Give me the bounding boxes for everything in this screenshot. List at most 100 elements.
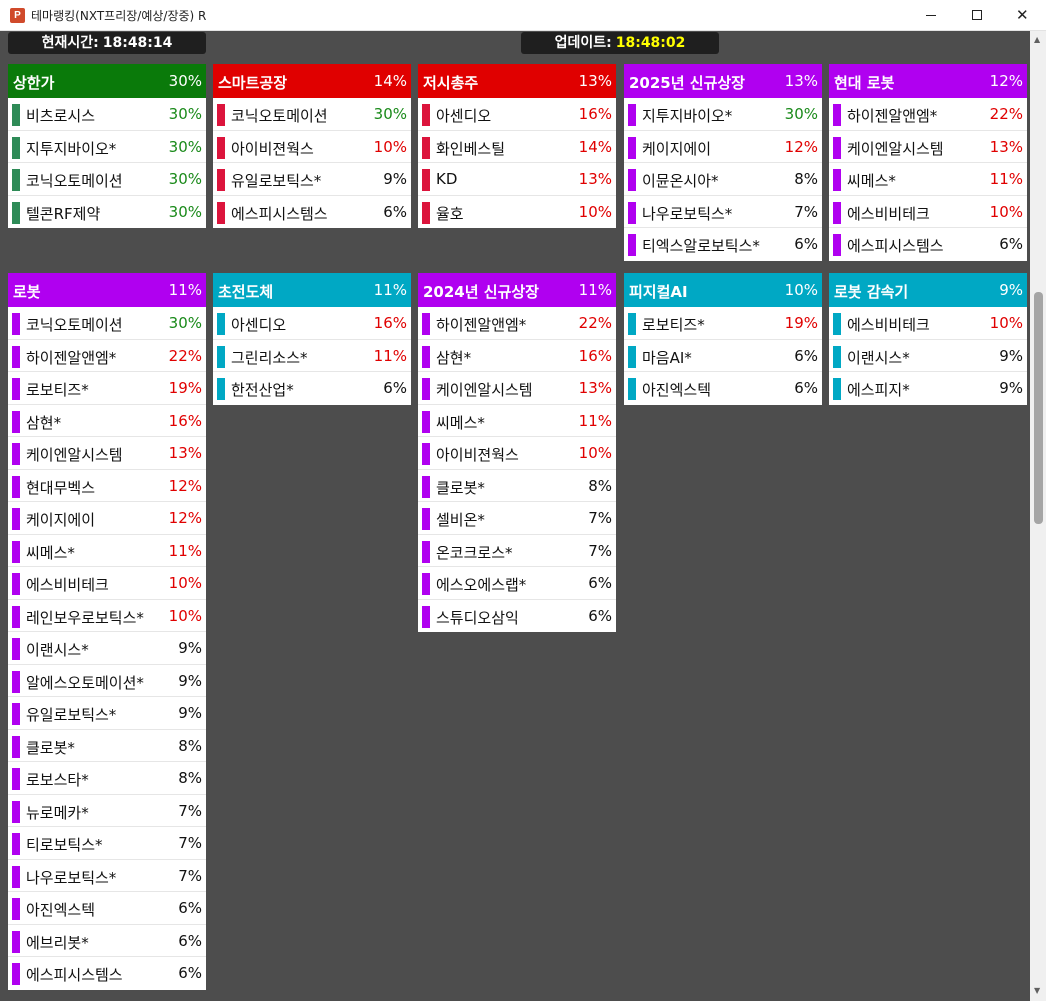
color-marker	[628, 378, 636, 400]
theme-panel[interactable]: 스마트공장 14% 코닉오토메이션 30% 아이비젼웍스 10% 유일로보틱스* 9% 에스피시…	[213, 64, 411, 228]
stock-row[interactable]: KD 13%	[418, 163, 616, 196]
stock-row[interactable]: 티엑스알로보틱스* 6%	[624, 228, 822, 261]
stock-row[interactable]: 에브리봇* 6%	[8, 925, 206, 957]
stock-row[interactable]: 씨메스* 11%	[8, 535, 206, 567]
stock-row[interactable]: 한전산업* 6%	[213, 372, 411, 405]
stock-row[interactable]: 케이지에이 12%	[624, 131, 822, 163]
theme-panel-header[interactable]: 로봇 11%	[8, 273, 206, 307]
stock-row[interactable]: 삼현* 16%	[8, 405, 206, 437]
theme-panel-header[interactable]: 저시총주 13%	[418, 64, 616, 98]
minimize-button[interactable]	[908, 0, 954, 31]
color-marker	[422, 378, 430, 400]
theme-panel[interactable]: 초전도체 11% 아센디오 16% 그린리소스* 11% 한전산업* 6%	[213, 273, 411, 405]
stock-change-percent: 30%	[168, 202, 202, 221]
theme-panel-header[interactable]: 2025년 신규상장 13%	[624, 64, 822, 98]
close-button[interactable]: ✕	[1000, 0, 1046, 31]
stock-row[interactable]: 코닉오토메이션 30%	[8, 163, 206, 196]
stock-row[interactable]: 코닉오토메이션 30%	[8, 307, 206, 340]
stock-row[interactable]: 마음AI* 6%	[624, 340, 822, 372]
stock-row[interactable]: 아이비젼웍스 10%	[418, 437, 616, 470]
stock-row[interactable]: 삼현* 16%	[418, 340, 616, 372]
theme-panel[interactable]: 2024년 신규상장 11% 하이젠알앤엠* 22% 삼현* 16% 케이엔알시스템 13% 씨…	[418, 273, 616, 632]
stock-row[interactable]: 지투지바이오* 30%	[8, 131, 206, 163]
scroll-thumb[interactable]	[1034, 292, 1043, 524]
stock-row[interactable]: 스튜디오삼익 6%	[418, 600, 616, 633]
stock-row[interactable]: 에스오에스랩* 6%	[418, 567, 616, 600]
scroll-up-icon[interactable]: ▲	[1034, 35, 1040, 44]
theme-panel-header[interactable]: 로봇 감속기 9%	[829, 273, 1027, 307]
update-time-display: 업데이트: 18:48:02	[521, 32, 719, 54]
stock-row[interactable]: 아센디오 16%	[213, 307, 411, 340]
stock-row[interactable]: 화인베스틸 14%	[418, 131, 616, 163]
stock-row[interactable]: 지투지바이오* 30%	[624, 98, 822, 131]
stock-row[interactable]: 레인보우로보틱스* 10%	[8, 600, 206, 632]
stock-row[interactable]: 하이젠알앤엠* 22%	[418, 307, 616, 340]
stock-row[interactable]: 이랜시스* 9%	[829, 340, 1027, 372]
stock-row[interactable]: 텔콘RF제약 30%	[8, 196, 206, 229]
stock-row[interactable]: 알에스오토메이션* 9%	[8, 665, 206, 697]
stock-row[interactable]: 로보스타* 8%	[8, 762, 206, 795]
theme-panel[interactable]: 상한가 30% 비츠로시스 30% 지투지바이오* 30% 코닉오토메이션 30% 텔콘RF제약…	[8, 64, 206, 228]
stock-row[interactable]: 셀비온* 7%	[418, 502, 616, 535]
stock-name: 에스피시스템스	[231, 204, 328, 223]
stock-row[interactable]: 유일로보틱스* 9%	[8, 697, 206, 730]
theme-panel-header[interactable]: 상한가 30%	[8, 64, 206, 98]
stock-row[interactable]: 온코크로스* 7%	[418, 535, 616, 567]
stock-row[interactable]: 케이엔알시스템 13%	[8, 437, 206, 470]
theme-panel-header[interactable]: 스마트공장 14%	[213, 64, 411, 98]
stock-list: 로보티즈* 19% 마음AI* 6% 아진엑스텍 6%	[624, 307, 822, 405]
stock-row[interactable]: 나우로보틱스* 7%	[624, 196, 822, 228]
stock-row[interactable]: 케이엔알시스템 13%	[829, 131, 1027, 163]
stock-row[interactable]: 아진엑스텍 6%	[624, 372, 822, 405]
stock-name: 에스비비테크	[847, 316, 930, 334]
stock-row[interactable]: 에스피지* 9%	[829, 372, 1027, 405]
stock-row[interactable]: 에스피시스템스 6%	[8, 957, 206, 990]
window-title: 테마랭킹(NXT프리장/예상/장중) R	[31, 9, 207, 23]
stock-row[interactable]: 아진엑스텍 6%	[8, 892, 206, 925]
stock-row[interactable]: 하이젠알앤엠* 22%	[8, 340, 206, 372]
theme-panel-header[interactable]: 초전도체 11%	[213, 273, 411, 307]
stock-row[interactable]: 에스피시스템스 6%	[829, 228, 1027, 261]
stock-row[interactable]: 아이비젼웍스 10%	[213, 131, 411, 163]
stock-row[interactable]: 코닉오토메이션 30%	[213, 98, 411, 131]
stock-row[interactable]: 클로봇* 8%	[8, 730, 206, 762]
stock-row[interactable]: 씨메스* 11%	[829, 163, 1027, 196]
stock-list: 하이젠알앤엠* 22% 케이엔알시스템 13% 씨메스* 11% 에스비비테크 10% 에스피시…	[829, 98, 1027, 261]
theme-panel[interactable]: 현대 로봇 12% 하이젠알앤엠* 22% 케이엔알시스템 13% 씨메스* 11% 에스비비테…	[829, 64, 1027, 261]
stock-row[interactable]: 그린리소스* 11%	[213, 340, 411, 372]
stock-row[interactable]: 로보티즈* 19%	[8, 372, 206, 405]
theme-panel[interactable]: 로봇 감속기 9% 에스비비테크 10% 이랜시스* 9% 에스피지* 9%	[829, 273, 1027, 405]
theme-panel[interactable]: 저시총주 13% 아센디오 16% 화인베스틸 14% KD 13% 율호 10%	[418, 64, 616, 228]
stock-row[interactable]: 티로보틱스* 7%	[8, 827, 206, 860]
stock-row[interactable]: 씨메스* 11%	[418, 405, 616, 437]
stock-row[interactable]: 아센디오 16%	[418, 98, 616, 131]
theme-panel-header[interactable]: 2024년 신규상장 11%	[418, 273, 616, 307]
scroll-down-icon[interactable]: ▼	[1034, 986, 1040, 995]
stock-row[interactable]: 에스비비테크 10%	[829, 307, 1027, 340]
stock-change-percent: 12%	[784, 137, 818, 156]
theme-panel[interactable]: 로봇 11% 코닉오토메이션 30% 하이젠알앤엠* 22% 로보티즈* 19% 삼현* 16% 케…	[8, 273, 206, 990]
stock-row[interactable]: 에스비비테크 10%	[8, 567, 206, 600]
stock-row[interactable]: 나우로보틱스* 7%	[8, 860, 206, 892]
theme-panel[interactable]: 피지컬AI 10% 로보티즈* 19% 마음AI* 6% 아진엑스텍 6%	[624, 273, 822, 405]
stock-row[interactable]: 비츠로시스 30%	[8, 98, 206, 131]
stock-row[interactable]: 클로봇* 8%	[418, 470, 616, 502]
stock-row[interactable]: 이뮨온시아* 8%	[624, 163, 822, 196]
stock-row[interactable]: 유일로보틱스* 9%	[213, 163, 411, 196]
theme-panel[interactable]: 2025년 신규상장 13% 지투지바이오* 30% 케이지에이 12% 이뮨온시아* 8% 나…	[624, 64, 822, 261]
stock-row[interactable]: 케이엔알시스템 13%	[418, 372, 616, 405]
stock-row[interactable]: 현대무벡스 12%	[8, 470, 206, 502]
stock-row[interactable]: 뉴로메카* 7%	[8, 795, 206, 827]
maximize-button[interactable]	[954, 0, 1000, 31]
stock-row[interactable]: 로보티즈* 19%	[624, 307, 822, 340]
theme-panel-header[interactable]: 현대 로봇 12%	[829, 64, 1027, 98]
stock-row[interactable]: 에스피시스템스 6%	[213, 196, 411, 229]
vertical-scrollbar[interactable]: ▲ ▼	[1030, 31, 1046, 1001]
stock-row[interactable]: 케이지에이 12%	[8, 502, 206, 535]
stock-row[interactable]: 이랜시스* 9%	[8, 632, 206, 665]
theme-panel-header[interactable]: 피지컬AI 10%	[624, 273, 822, 307]
stock-row[interactable]: 에스비비테크 10%	[829, 196, 1027, 228]
stock-row[interactable]: 율호 10%	[418, 196, 616, 229]
stock-row[interactable]: 하이젠알앤엠* 22%	[829, 98, 1027, 131]
stock-name: 레인보우로보틱스*	[26, 608, 144, 627]
